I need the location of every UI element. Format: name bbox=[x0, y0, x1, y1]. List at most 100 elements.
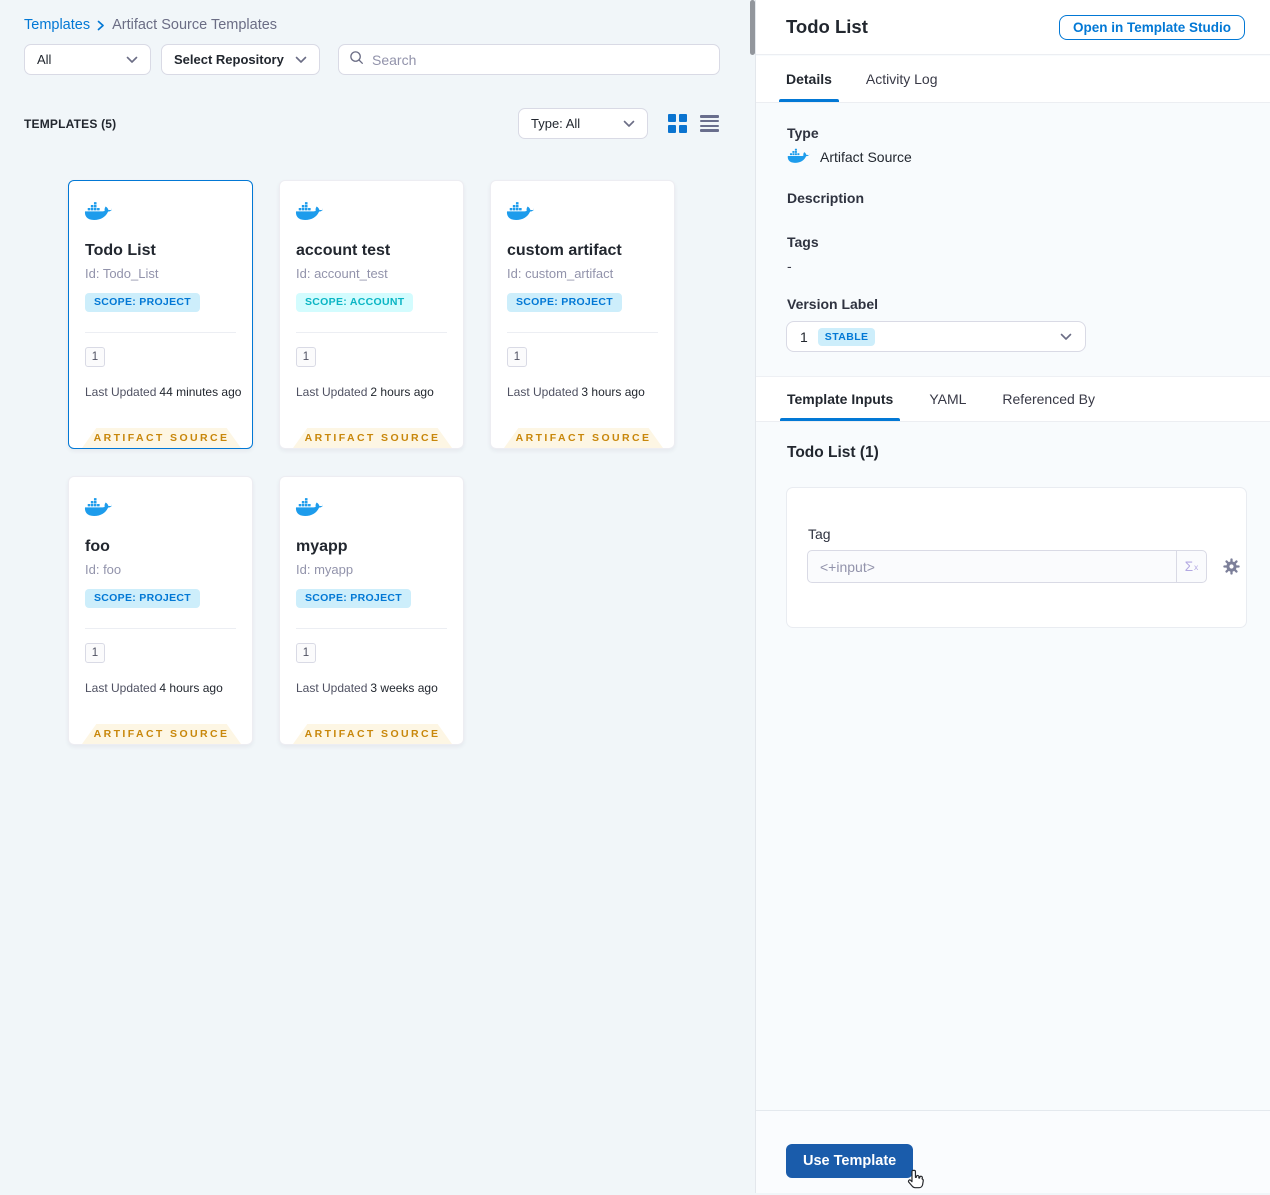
templates-list-panel: Templates Artifact Source Templates All … bbox=[0, 0, 755, 1193]
search-input[interactable] bbox=[372, 51, 709, 68]
artifact-source-ribbon: ARTIFACT SOURCE bbox=[293, 428, 452, 448]
scope-badge: SCOPE: PROJECT bbox=[85, 293, 200, 312]
template-id: Id: foo bbox=[85, 562, 122, 577]
list-header: TEMPLATES (5) Type: All bbox=[24, 108, 719, 139]
template-id: Id: myapp bbox=[296, 562, 354, 577]
artifact-source-ribbon: ARTIFACT SOURCE bbox=[504, 428, 663, 448]
last-updated-label: Last Updated bbox=[85, 681, 157, 695]
repository-filter-select[interactable]: Select Repository bbox=[161, 44, 320, 75]
last-updated-value: 4 hours ago bbox=[159, 681, 223, 695]
details-footer: Use Template bbox=[756, 1110, 1270, 1193]
last-updated: Last Updated 3 weeks ago bbox=[296, 681, 438, 695]
version-chip: 1 bbox=[85, 347, 105, 367]
version-chip: 1 bbox=[507, 347, 527, 367]
docker-icon bbox=[787, 148, 810, 165]
tag-input[interactable] bbox=[808, 551, 1176, 582]
tab-referenced-by[interactable]: Referenced By bbox=[1002, 377, 1095, 421]
template-card-account-test[interactable]: account test Id: account_test SCOPE: ACC… bbox=[279, 180, 464, 449]
use-template-button[interactable]: Use Template bbox=[786, 1144, 914, 1178]
template-details-panel: Todo List Open in Template Studio Detail… bbox=[755, 0, 1270, 1193]
template-card-todo-list[interactable]: Todo List Id: Todo_List SCOPE: PROJECT 1… bbox=[68, 180, 253, 449]
chevron-down-icon bbox=[126, 56, 138, 64]
last-updated-label: Last Updated bbox=[507, 385, 579, 399]
tab-details[interactable]: Details bbox=[779, 56, 839, 102]
tags-label: Tags bbox=[787, 234, 819, 250]
template-card-custom-artifact[interactable]: custom artifact Id: custom_artifact SCOP… bbox=[490, 180, 675, 449]
template-id: Id: custom_artifact bbox=[507, 266, 614, 281]
docker-icon bbox=[295, 497, 324, 519]
chevron-down-icon bbox=[623, 120, 635, 128]
scope-badge: SCOPE: ACCOUNT bbox=[296, 293, 414, 312]
docker-icon bbox=[506, 201, 535, 223]
artifact-source-ribbon: ARTIFACT SOURCE bbox=[82, 428, 241, 448]
scope-badge: SCOPE: PROJECT bbox=[507, 293, 622, 312]
chevron-down-icon bbox=[1060, 333, 1072, 341]
inputs-tabs: Template Inputs YAML Referenced By bbox=[756, 376, 1270, 422]
version-chip: 1 bbox=[296, 643, 316, 663]
list-view-button[interactable] bbox=[700, 115, 719, 132]
template-name: foo bbox=[85, 538, 110, 555]
template-inputs-card: Tag Σx bbox=[786, 487, 1247, 628]
version-value: 1 bbox=[800, 328, 808, 345]
scope-badge: SCOPE: PROJECT bbox=[85, 589, 200, 608]
tag-field-row: Σx bbox=[807, 550, 1241, 583]
expression-sigma-icon[interactable]: Σx bbox=[1176, 551, 1206, 582]
last-updated-value: 3 hours ago bbox=[581, 385, 645, 399]
template-id: Id: Todo_List bbox=[85, 266, 159, 281]
sigma-sup: x bbox=[1194, 561, 1199, 572]
artifact-source-ribbon: ARTIFACT SOURCE bbox=[293, 724, 452, 744]
card-divider bbox=[507, 332, 658, 333]
tab-template-inputs[interactable]: Template Inputs bbox=[779, 377, 901, 421]
type-filter-select[interactable]: Type: All bbox=[518, 108, 648, 139]
docker-icon bbox=[295, 201, 324, 223]
last-updated: Last Updated 3 hours ago bbox=[507, 385, 645, 399]
sigma-glyph: Σ bbox=[1184, 559, 1194, 574]
repository-filter-value: Select Repository bbox=[174, 52, 284, 67]
settings-gear-icon[interactable] bbox=[1222, 557, 1241, 576]
tag-input-wrap: Σx bbox=[807, 550, 1207, 583]
last-updated-label: Last Updated bbox=[296, 681, 368, 695]
last-updated-value: 44 minutes ago bbox=[159, 385, 242, 399]
template-name: myapp bbox=[296, 538, 348, 555]
stable-badge: STABLE bbox=[817, 327, 876, 346]
template-id: Id: account_test bbox=[296, 266, 388, 281]
filter-row: All Select Repository bbox=[24, 44, 720, 75]
last-updated-label: Last Updated bbox=[85, 385, 157, 399]
breadcrumb-current: Artifact Source Templates bbox=[112, 17, 278, 33]
card-divider bbox=[85, 628, 236, 629]
scope-filter-select[interactable]: All bbox=[24, 44, 151, 75]
details-header: Todo List Open in Template Studio bbox=[756, 0, 1270, 55]
last-updated-value: 3 weeks ago bbox=[370, 681, 438, 695]
artifact-source-ribbon: ARTIFACT SOURCE bbox=[82, 724, 241, 744]
template-name: custom artifact bbox=[507, 242, 622, 259]
description-label: Description bbox=[787, 190, 865, 206]
template-card-foo[interactable]: foo Id: foo SCOPE: PROJECT 1 Last Update… bbox=[68, 476, 253, 745]
template-name: account test bbox=[296, 242, 391, 259]
card-divider bbox=[296, 628, 447, 629]
view-toggles bbox=[668, 114, 719, 133]
chevron-down-icon bbox=[295, 56, 307, 64]
tags-value: - bbox=[787, 258, 792, 274]
breadcrumb-templates-link[interactable]: Templates bbox=[24, 17, 90, 33]
open-in-template-studio-button[interactable]: Open in Template Studio bbox=[1058, 14, 1245, 40]
version-select[interactable]: 1 STABLE bbox=[786, 321, 1086, 352]
type-label: Type bbox=[787, 125, 819, 141]
templates-count: TEMPLATES (5) bbox=[24, 116, 117, 131]
search-icon bbox=[349, 50, 364, 70]
tab-yaml[interactable]: YAML bbox=[929, 377, 966, 421]
type-value-row: Artifact Source bbox=[787, 148, 912, 165]
docker-icon bbox=[84, 201, 113, 223]
tab-activity-log[interactable]: Activity Log bbox=[866, 56, 938, 102]
search-box bbox=[338, 44, 720, 75]
card-divider bbox=[296, 332, 447, 333]
chevron-right-icon bbox=[97, 20, 105, 31]
last-updated-value: 2 hours ago bbox=[370, 385, 434, 399]
last-updated-label: Last Updated bbox=[296, 385, 368, 399]
template-card-myapp[interactable]: myapp Id: myapp SCOPE: PROJECT 1 Last Up… bbox=[279, 476, 464, 745]
template-name: Todo List bbox=[85, 242, 156, 259]
last-updated: Last Updated 2 hours ago bbox=[296, 385, 434, 399]
grid-view-button[interactable] bbox=[668, 114, 687, 133]
last-updated: Last Updated 44 minutes ago bbox=[85, 385, 241, 399]
type-value: Artifact Source bbox=[820, 148, 912, 165]
docker-icon bbox=[84, 497, 113, 519]
